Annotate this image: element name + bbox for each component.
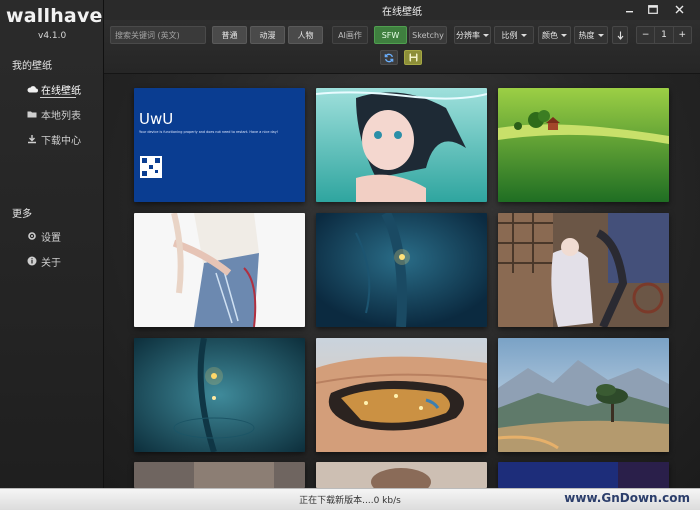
minimize-button[interactable]: [622, 3, 636, 15]
active-underline: [40, 97, 76, 98]
thumb-caption: Your device is functioning properly and …: [139, 130, 278, 134]
refresh-button[interactable]: [380, 50, 398, 65]
chevron-down-icon: [597, 33, 604, 37]
app-logo: wallhaven: [6, 5, 117, 27]
chevron-down-icon: [520, 33, 527, 37]
dropdown-label: 颜色: [542, 30, 558, 40]
sidebar-item-label: 下载中心: [41, 135, 81, 147]
sidebar: wallhaven v4.1.0 我的壁纸 在线壁纸 本地列表 下载中心 更多 …: [0, 0, 116, 510]
wallpaper-thumb-desert-oasis-city[interactable]: [316, 338, 487, 452]
refresh-icon: [384, 53, 394, 62]
close-button[interactable]: [672, 3, 686, 15]
toolbar: 普通 动漫 人物 AI画作 SFW Sketchy 分辨率 比例 颜色 热度 −…: [104, 20, 700, 74]
wallpaper-grid: UwU Your device is functioning properly …: [104, 74, 700, 488]
search-input[interactable]: [110, 26, 206, 44]
sfw-toggle[interactable]: SFW: [374, 26, 407, 44]
category-anime-button[interactable]: 动漫: [250, 26, 285, 44]
sidebar-item-local-list[interactable]: 本地列表: [26, 106, 81, 122]
wallpaper-thumb-girl-white-top[interactable]: [134, 213, 305, 327]
section-more: 更多: [12, 209, 32, 220]
ai-art-toggle[interactable]: AI画作: [332, 26, 368, 44]
page-increment-button[interactable]: +: [674, 27, 691, 43]
wallpaper-thumb-row4-2[interactable]: [316, 462, 487, 488]
status-bar: 正在下载新版本....0 kb/s www.GnDown.com: [0, 488, 700, 510]
chevron-down-icon: [483, 33, 489, 37]
ratio-dropdown[interactable]: 比例: [494, 26, 534, 44]
popularity-dropdown[interactable]: 热度: [574, 26, 608, 44]
sketchy-toggle[interactable]: Sketchy: [409, 26, 447, 44]
sidebar-item-label: 本地列表: [41, 110, 81, 122]
download-icon: [26, 133, 38, 145]
page-number[interactable]: 1: [654, 27, 674, 43]
wallpaper-thumb-underwater-lantern[interactable]: [316, 213, 487, 327]
wallpaper-thumb-anime-girl-underwater[interactable]: [316, 88, 487, 202]
sidebar-item-label: 关于: [41, 257, 61, 269]
page-decrement-button[interactable]: −: [637, 27, 654, 43]
wallpaper-thumb-row4-1[interactable]: [134, 462, 305, 488]
category-people-button[interactable]: 人物: [288, 26, 323, 44]
resolution-dropdown[interactable]: 分辨率: [454, 26, 491, 44]
sidebar-item-label: 在线壁纸: [41, 85, 81, 97]
sidebar-item-download-center[interactable]: 下载中心: [26, 131, 81, 147]
wallpaper-thumb-anime-girl-window[interactable]: [498, 213, 669, 327]
wallpaper-thumb-uwu-bsod[interactable]: UwU Your device is functioning properly …: [134, 88, 305, 202]
watermark: www.GnDown.com: [564, 491, 690, 505]
window-title: 在线壁纸: [382, 7, 422, 18]
folder-icon: [26, 108, 38, 120]
sort-order-button[interactable]: [612, 26, 628, 44]
dropdown-label: 分辨率: [456, 30, 480, 40]
sidebar-item-online-wallpapers[interactable]: 在线壁纸: [26, 81, 81, 97]
category-general-button[interactable]: 普通: [212, 26, 247, 44]
cloud-icon: [26, 83, 38, 95]
wallpaper-thumb-row4-3[interactable]: [498, 462, 669, 488]
save-button[interactable]: [404, 50, 422, 65]
maximize-button[interactable]: [646, 3, 660, 15]
wallpaper-thumb-lantern-in-water[interactable]: [134, 338, 305, 452]
sidebar-item-about[interactable]: 关于: [26, 253, 61, 269]
arrow-down-icon: [617, 31, 623, 40]
chevron-down-icon: [561, 33, 567, 37]
dropdown-label: 比例: [501, 30, 518, 40]
info-icon: [26, 255, 38, 267]
gear-icon: [26, 230, 38, 242]
section-my-wallpapers: 我的壁纸: [12, 61, 52, 72]
sidebar-item-label: 设置: [41, 232, 61, 244]
thumb-title: UwU: [139, 110, 173, 128]
app-version: v4.1.0: [38, 31, 67, 41]
page-stepper: − 1 +: [636, 26, 692, 44]
save-icon: [409, 53, 417, 62]
sidebar-item-settings[interactable]: 设置: [26, 228, 61, 244]
title-bar: 在线壁纸: [104, 0, 700, 20]
dropdown-label: 热度: [578, 30, 595, 40]
wallpaper-thumb-green-fields-house[interactable]: [498, 88, 669, 202]
color-dropdown[interactable]: 颜色: [538, 26, 571, 44]
wallpaper-thumb-mountain-tree-landscape[interactable]: [498, 338, 669, 452]
